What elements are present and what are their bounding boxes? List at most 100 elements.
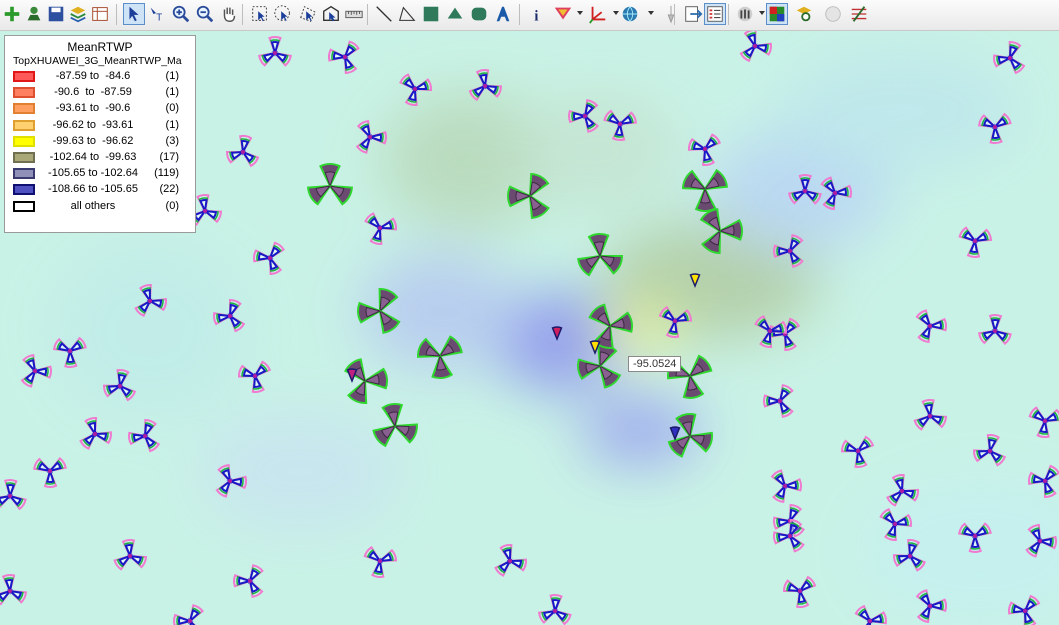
cell-site-marker[interactable] [688, 133, 722, 166]
cell-site-marker[interactable] [763, 384, 794, 418]
cell-site-marker[interactable] [173, 604, 205, 625]
cell-site-marker[interactable] [399, 73, 433, 106]
cell-site-marker[interactable] [993, 40, 1026, 75]
cell-site-marker[interactable] [568, 99, 600, 133]
cell-site-marker[interactable] [537, 594, 572, 625]
cell-site-marker[interactable] [79, 416, 112, 450]
globe-icon[interactable] [619, 3, 641, 25]
select-rectangle-icon[interactable] [249, 3, 271, 25]
cell-site-marker[interactable] [770, 469, 802, 504]
cell-site-marker[interactable] [468, 68, 503, 102]
ellipse-draw-icon[interactable] [468, 3, 490, 25]
cell-site-marker[interactable] [772, 518, 805, 553]
cell-site-marker[interactable] [233, 564, 264, 598]
identify-text-icon[interactable]: T [146, 3, 168, 25]
rectangle-draw-icon[interactable] [420, 3, 442, 25]
add-data-icon[interactable] [23, 3, 45, 25]
cell-site-marker[interactable] [102, 369, 137, 402]
dropdown-arrow-icon[interactable] [759, 11, 765, 15]
select-circle-icon[interactable] [272, 3, 294, 25]
cell-site-marker[interactable] [363, 546, 398, 579]
cell-site-marker[interactable] [134, 284, 167, 318]
zoom-in-icon[interactable] [170, 3, 192, 25]
cell-site-marker[interactable] [20, 353, 52, 388]
cell-site-marker[interactable] [978, 314, 1012, 346]
select-polygon-icon[interactable] [297, 3, 319, 25]
cell-site-marker[interactable] [973, 434, 1007, 467]
line-draw-icon[interactable] [373, 3, 395, 25]
zoom-out-icon[interactable] [194, 3, 216, 25]
cell-site-marker[interactable] [886, 474, 920, 507]
dropdown-arrow-icon[interactable] [648, 11, 654, 15]
text-draw-icon[interactable] [492, 3, 514, 25]
cell-site-marker[interactable] [1008, 594, 1041, 625]
layer-search-icon[interactable] [793, 3, 815, 25]
cell-site-marker[interactable] [327, 40, 360, 75]
cell-site-marker[interactable] [772, 503, 805, 538]
cell-site-marker[interactable] [840, 435, 875, 468]
filter-icon[interactable] [552, 3, 574, 25]
info-icon[interactable]: i [527, 3, 549, 25]
cell-site-marker[interactable] [355, 119, 387, 154]
dropdown-arrow-icon[interactable] [577, 11, 583, 15]
cell-site-marker[interactable] [0, 574, 27, 606]
cell-site-marker[interactable] [854, 604, 887, 625]
cell-site-marker[interactable] [773, 234, 804, 268]
cell-site-highlight[interactable] [372, 403, 418, 448]
select-region-icon[interactable] [320, 3, 342, 25]
pin-icon[interactable] [660, 3, 682, 25]
cell-site-marker[interactable] [238, 360, 272, 393]
cell-site-marker[interactable] [127, 418, 161, 453]
pan-hand-icon[interactable] [218, 3, 240, 25]
cell-site-marker[interactable] [913, 398, 948, 431]
cell-site-marker[interactable] [977, 112, 1012, 144]
export-icon[interactable] [682, 3, 704, 25]
cell-site-marker[interactable] [258, 36, 292, 67]
cell-site-marker[interactable] [113, 539, 148, 571]
table-icon[interactable] [89, 3, 111, 25]
cell-site-marker[interactable] [225, 134, 260, 168]
cell-site-marker[interactable] [494, 544, 527, 577]
cell-site-marker[interactable] [754, 315, 787, 349]
antenna-icon[interactable] [734, 3, 756, 25]
cell-site-marker[interactable] [1028, 406, 1059, 439]
cell-site-marker[interactable] [958, 226, 993, 258]
legend-icon[interactable] [704, 3, 726, 25]
cell-site-marker[interactable] [215, 464, 247, 498]
cell-site-alert[interactable] [669, 426, 681, 441]
select-arrow-icon[interactable] [123, 3, 145, 25]
cell-site-marker[interactable] [212, 298, 246, 333]
cell-site-marker[interactable] [782, 575, 817, 609]
cell-site-alert[interactable] [551, 326, 563, 341]
cell-site-marker[interactable] [0, 479, 27, 511]
cell-site-marker[interactable] [788, 174, 822, 205]
cell-site-marker[interactable] [1027, 464, 1059, 499]
cell-site-marker[interactable] [658, 305, 693, 339]
cell-site-marker[interactable] [820, 176, 852, 211]
cell-site-marker[interactable] [879, 507, 912, 541]
cell-site-highlight[interactable] [577, 233, 624, 277]
polygon-draw-icon[interactable] [444, 3, 466, 25]
cell-site-highlight[interactable] [681, 168, 728, 212]
ruler-icon[interactable] [343, 3, 365, 25]
cell-site-marker[interactable] [915, 589, 947, 624]
save-icon[interactable] [45, 3, 67, 25]
cell-site-highlight[interactable] [357, 287, 401, 334]
cell-site-highlight[interactable] [307, 162, 353, 206]
cell-site-highlight[interactable] [577, 343, 622, 389]
cell-site-marker[interactable] [603, 109, 637, 141]
cell-site-highlight[interactable] [416, 335, 463, 380]
layers-icon[interactable] [67, 3, 89, 25]
cell-site-marker[interactable] [893, 539, 927, 572]
cell-site-marker[interactable] [958, 522, 992, 553]
cell-site-marker[interactable] [1025, 523, 1057, 558]
cell-site-marker[interactable] [252, 241, 285, 276]
disabled-circle-icon[interactable] [822, 3, 844, 25]
axis-icon[interactable] [587, 3, 609, 25]
cell-site-marker[interactable] [915, 309, 947, 343]
cell-site-highlight[interactable] [507, 172, 550, 219]
edit-settings-icon[interactable] [848, 3, 870, 25]
color-map-icon[interactable] [766, 3, 788, 25]
cell-site-highlight[interactable] [699, 208, 743, 255]
cell-site-marker[interactable] [739, 31, 772, 63]
